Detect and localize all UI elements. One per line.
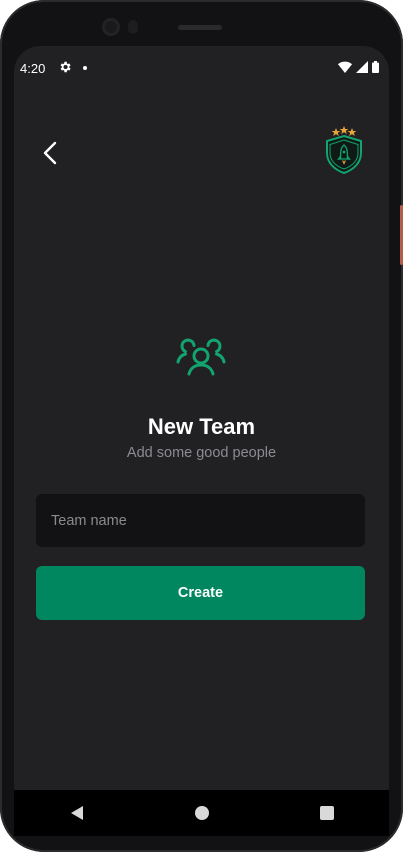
- app-screen: 4:20 New Team Add some good people Team …: [14, 46, 389, 836]
- team-name-input[interactable]: [36, 494, 365, 547]
- recents-square-icon: [319, 806, 334, 820]
- nav-recents-button[interactable]: [307, 793, 347, 833]
- signal-icon: [356, 61, 368, 73]
- rocket-shield-logo-icon: [326, 126, 362, 175]
- device-frame: 4:20 New Team Add some good people Team …: [0, 0, 403, 852]
- status-bar: 4:20: [14, 46, 389, 90]
- back-button[interactable]: [36, 138, 64, 168]
- nav-home-button[interactable]: [182, 793, 222, 833]
- page-title: New Team: [147, 414, 256, 439]
- status-time: 4:20: [20, 61, 46, 76]
- system-nav-bar: [14, 790, 389, 836]
- team-users-icon: [176, 338, 226, 376]
- notification-dot-icon: [83, 66, 87, 70]
- status-icons: [338, 61, 379, 73]
- earpiece-speaker: [178, 25, 222, 30]
- page-subtitle: Add some good people: [126, 445, 277, 461]
- front-camera: [102, 18, 120, 36]
- home-circle-icon: [194, 806, 209, 820]
- gear-icon: [60, 61, 71, 73]
- wifi-icon: [338, 61, 352, 73]
- back-triangle-icon: [70, 806, 83, 820]
- battery-icon: [372, 61, 379, 73]
- create-button[interactable]: Create: [36, 566, 365, 620]
- front-sensor: [128, 20, 138, 34]
- nav-back-button[interactable]: [57, 793, 97, 833]
- chevron-left-icon: [43, 141, 57, 165]
